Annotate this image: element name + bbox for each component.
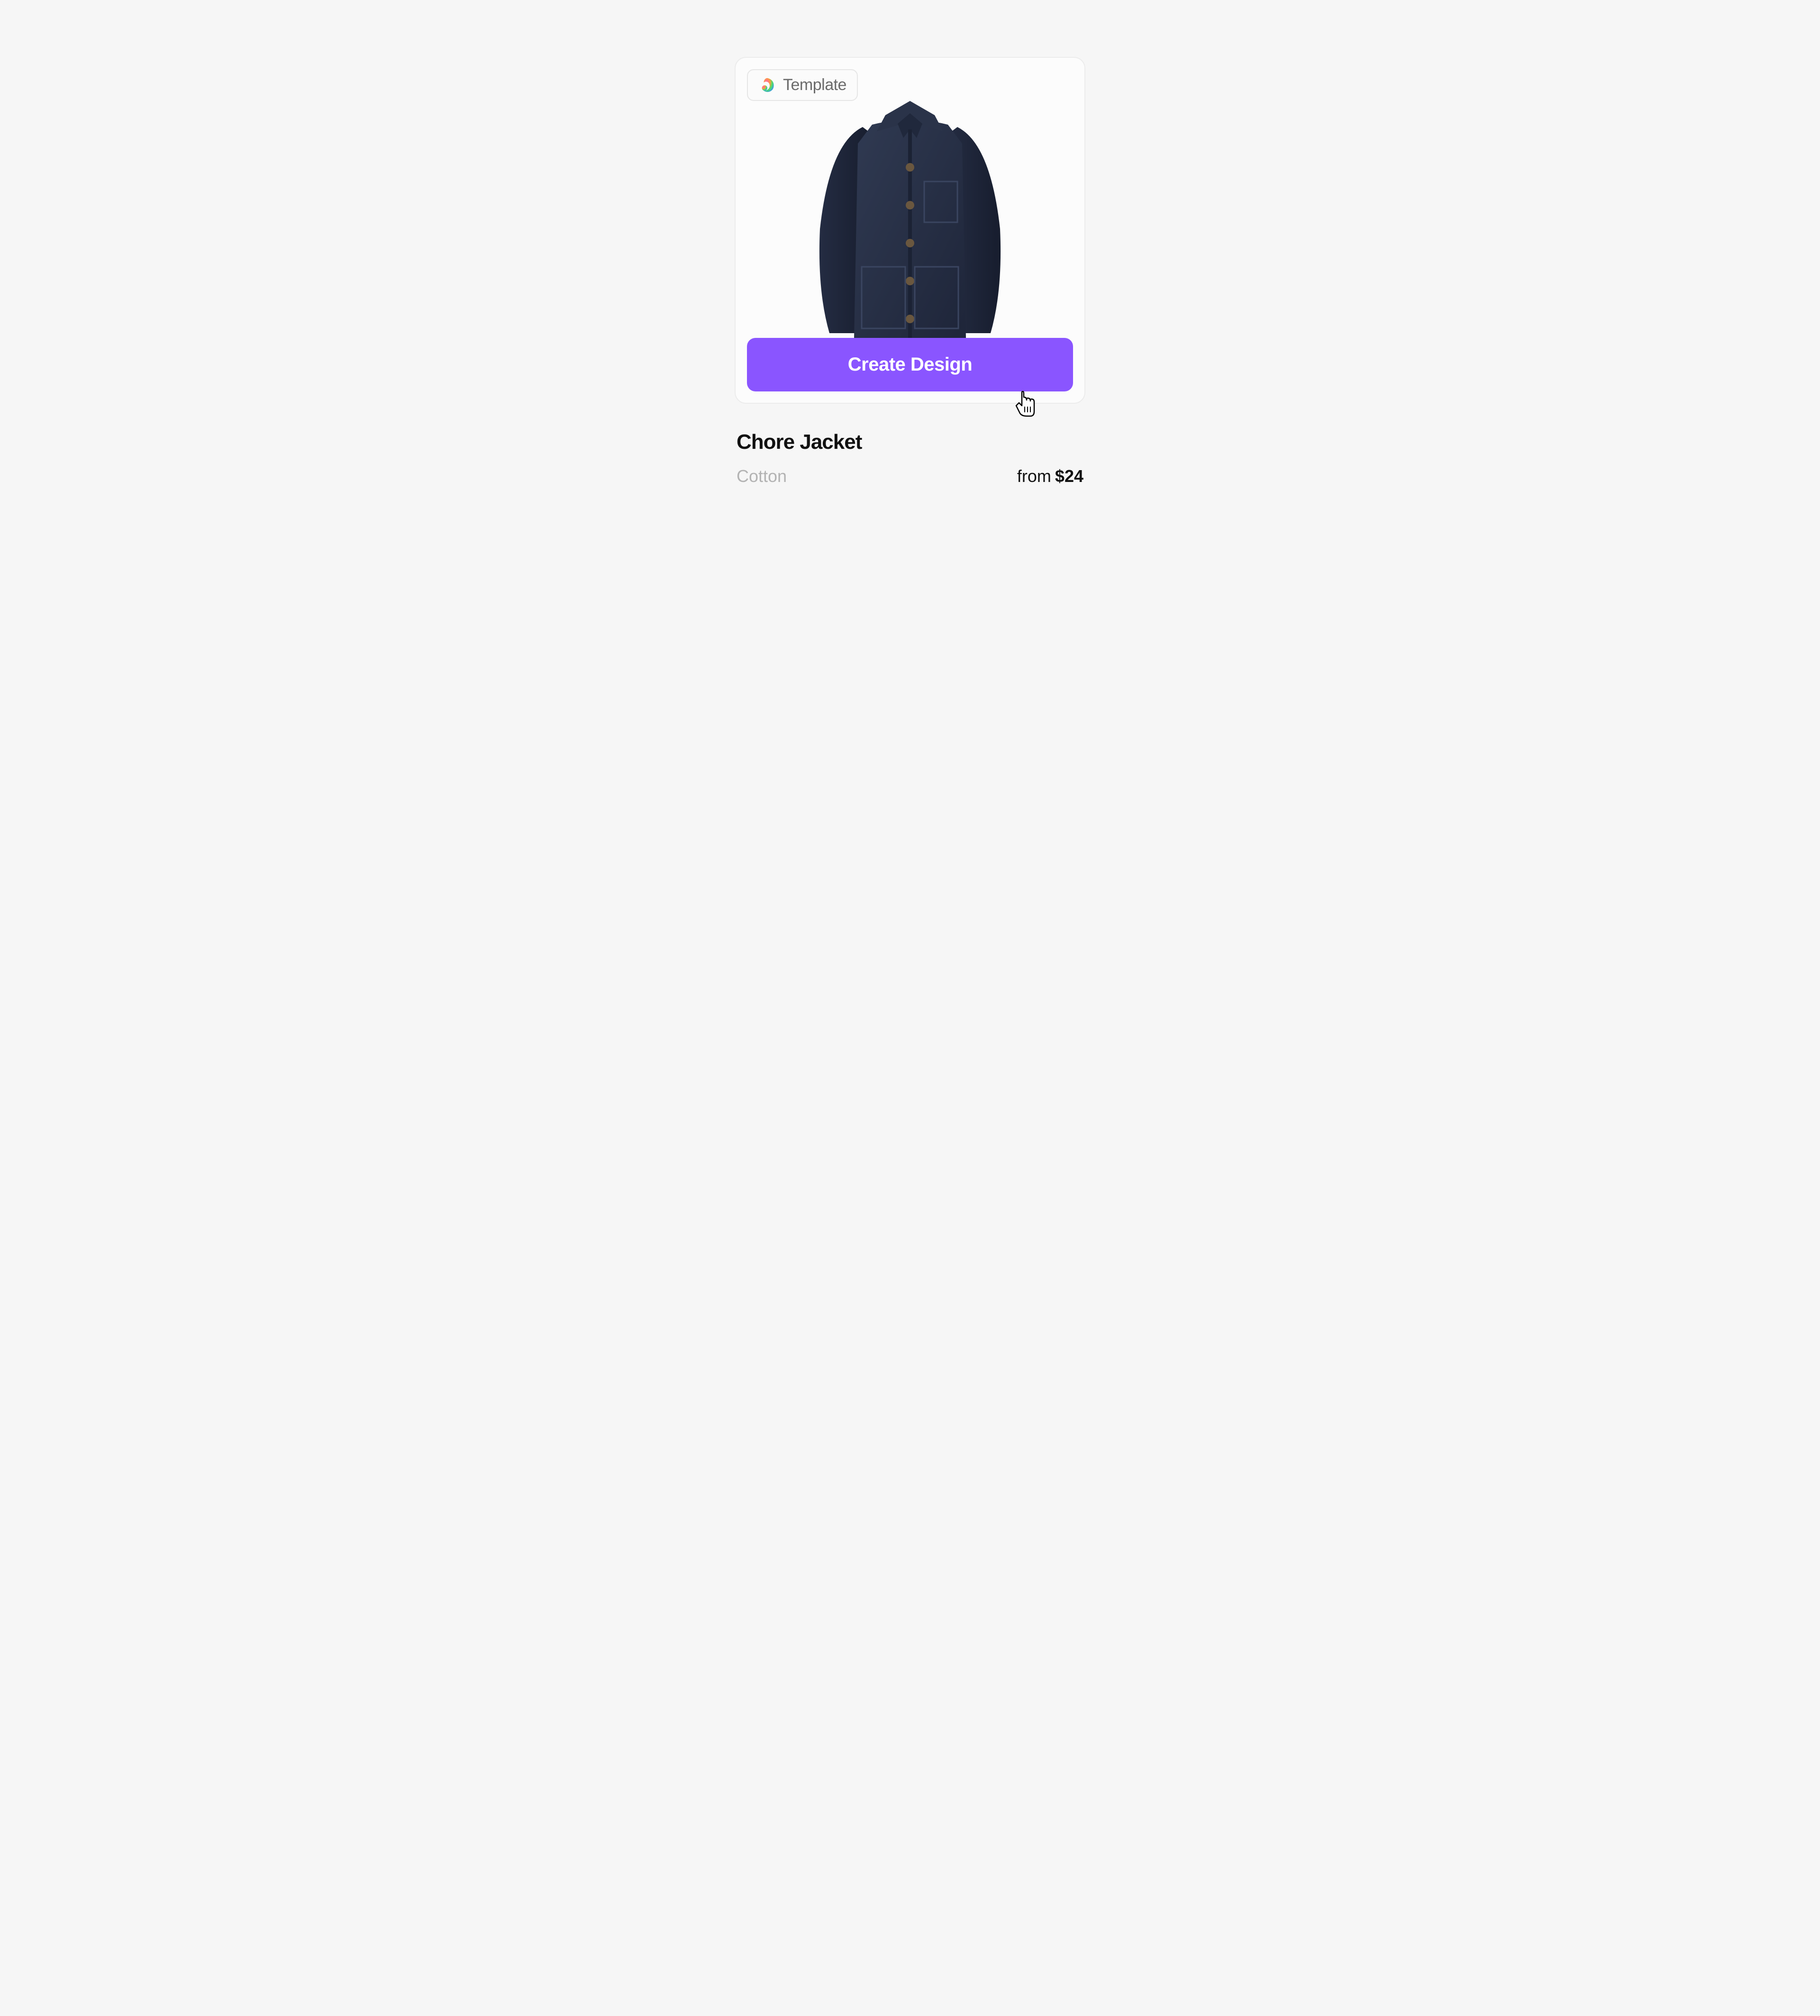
product-card[interactable]: Template bbox=[735, 57, 1085, 404]
jacket-illustration bbox=[801, 82, 1019, 347]
create-design-label: Create Design bbox=[848, 354, 972, 375]
product-tile: Template bbox=[735, 57, 1085, 486]
product-meta: Chore Jacket Cotton from$24 bbox=[735, 430, 1085, 486]
product-material: Cotton bbox=[737, 466, 787, 486]
app-logo-icon bbox=[758, 76, 776, 94]
product-image bbox=[747, 91, 1073, 347]
price-value: $24 bbox=[1055, 466, 1083, 486]
product-price: from$24 bbox=[1017, 466, 1083, 486]
pointer-cursor-icon bbox=[1013, 390, 1037, 417]
price-prefix: from bbox=[1017, 466, 1051, 486]
product-title: Chore Jacket bbox=[737, 430, 1083, 454]
create-design-button[interactable]: Create Design bbox=[747, 338, 1073, 391]
